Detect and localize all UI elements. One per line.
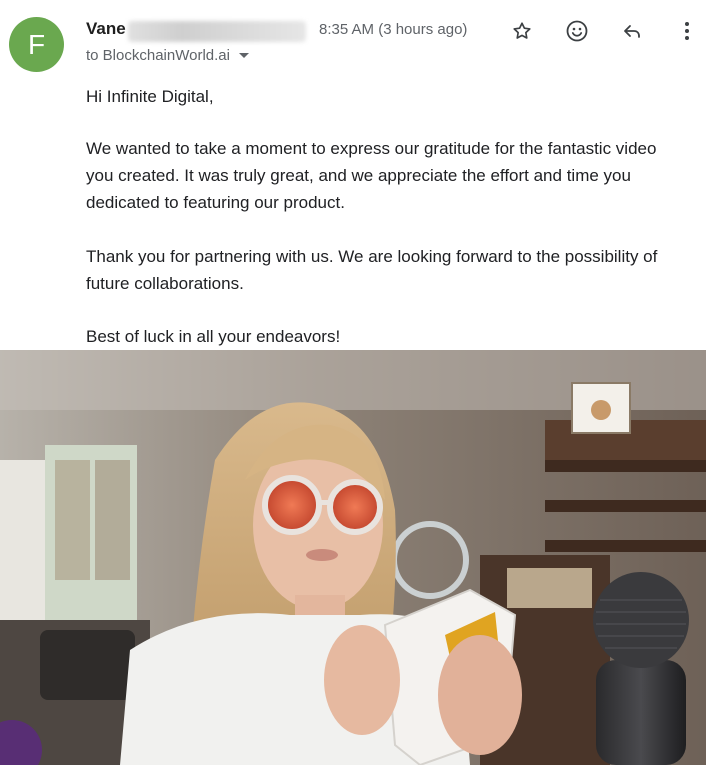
recipient-text: to BlockchainWorld.ai (86, 47, 230, 64)
more-vert-icon (685, 22, 689, 40)
message-timestamp: 8:35 AM (3 hours ago) (319, 21, 468, 38)
paragraph-line: you created. It was truly great, and we … (86, 166, 631, 185)
add-reaction-button[interactable] (562, 16, 592, 46)
closing-line: Best of luck in all your endeavors! (86, 327, 341, 346)
recipient-line: to BlockchainWorld.ai (86, 47, 249, 64)
message-paragraph-1: We wanted to take a moment to express ou… (86, 135, 696, 216)
star-icon (513, 22, 531, 39)
paragraph-line: Thank you for partnering with us. We are… (86, 247, 658, 266)
more-options-button[interactable] (672, 16, 702, 46)
emoji-icon (566, 20, 588, 42)
video-still-illustration (0, 350, 706, 765)
paragraph-line: dedicated to featuring our product. (86, 193, 345, 212)
email-message: F Vane 8:35 AM (3 hours ago) to Blockcha… (0, 0, 706, 350)
show-details-caret-icon[interactable] (238, 53, 249, 58)
avatar-letter: F (27, 28, 46, 60)
reply-icon (624, 25, 640, 38)
embedded-video-still (0, 350, 706, 765)
message-paragraph-2: Thank you for partnering with us. We are… (86, 243, 696, 297)
reply-button[interactable] (617, 16, 647, 46)
redacted-sender-name (128, 21, 306, 42)
paragraph-line: future collaborations. (86, 274, 244, 293)
sender-name[interactable]: Vane (86, 19, 126, 39)
sender-avatar[interactable]: F (9, 17, 64, 72)
star-button[interactable] (507, 16, 537, 46)
paragraph-line: We wanted to take a moment to express ou… (86, 139, 657, 158)
greeting: Hi Infinite Digital, (86, 87, 214, 106)
